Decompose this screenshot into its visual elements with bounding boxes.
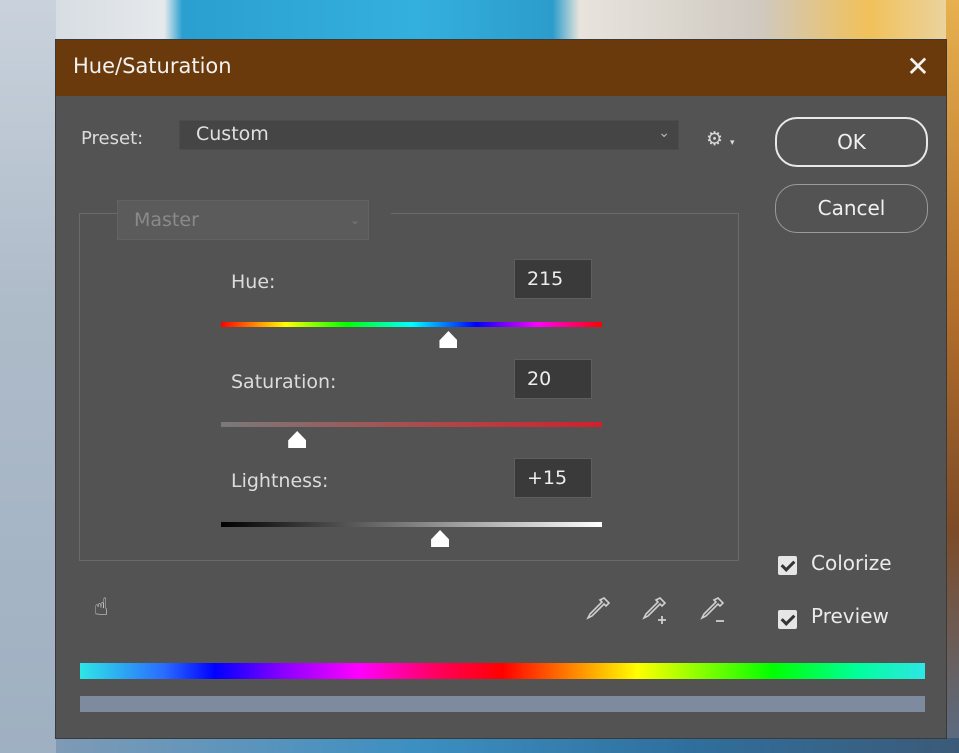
chevron-down-icon: ⌄ xyxy=(658,125,670,141)
background-right xyxy=(946,0,959,753)
hue-label: Hue: xyxy=(231,271,276,293)
preview-checkbox[interactable] xyxy=(778,610,797,629)
dialog-title: Hue/Saturation xyxy=(73,54,232,78)
adjustment-group xyxy=(79,213,739,561)
saturation-input[interactable]: 20 xyxy=(514,359,592,399)
preset-dropdown[interactable]: Custom ⌄ xyxy=(179,120,679,150)
cancel-button[interactable]: Cancel xyxy=(775,184,928,233)
background-top xyxy=(56,0,959,40)
preset-value: Custom xyxy=(196,123,269,145)
title-bar[interactable]: Hue/Saturation ✕ xyxy=(56,40,946,96)
saturation-slider-track[interactable] xyxy=(221,422,602,427)
caret-down-icon: ▾ xyxy=(730,138,735,148)
lightness-label: Lightness: xyxy=(231,470,329,492)
background-bottom xyxy=(56,738,959,753)
colorize-checkbox[interactable] xyxy=(778,556,797,575)
close-icon[interactable]: ✕ xyxy=(900,48,936,86)
channel-dropdown[interactable]: Master ⌄ xyxy=(117,200,369,240)
hue-slider-track[interactable] xyxy=(221,322,602,327)
output-color-spectrum xyxy=(80,696,925,712)
hand-pointer-icon[interactable]: ☝ xyxy=(94,593,109,621)
eyedropper-icon[interactable] xyxy=(584,595,612,625)
eyedropper-add-icon[interactable] xyxy=(640,595,672,627)
channel-value: Master xyxy=(134,209,199,231)
chevron-down-icon: ⌄ xyxy=(349,213,360,227)
preview-label: Preview xyxy=(811,604,889,628)
lightness-input[interactable]: +15 xyxy=(514,458,592,498)
colorize-label: Colorize xyxy=(811,551,892,575)
eyedropper-subtract-icon[interactable] xyxy=(698,595,730,627)
hue-saturation-dialog: Hue/Saturation ✕ Preset: Custom ⌄ ⚙ ▾ OK… xyxy=(56,40,946,738)
background-left xyxy=(0,0,56,753)
preset-label: Preset: xyxy=(81,128,144,149)
hue-input[interactable]: 215 xyxy=(514,259,592,299)
input-color-spectrum xyxy=(80,663,925,679)
saturation-label: Saturation: xyxy=(231,371,337,393)
lightness-slider-track[interactable] xyxy=(221,522,602,527)
ok-button[interactable]: OK xyxy=(775,117,928,167)
gear-icon[interactable]: ⚙ xyxy=(706,130,723,149)
